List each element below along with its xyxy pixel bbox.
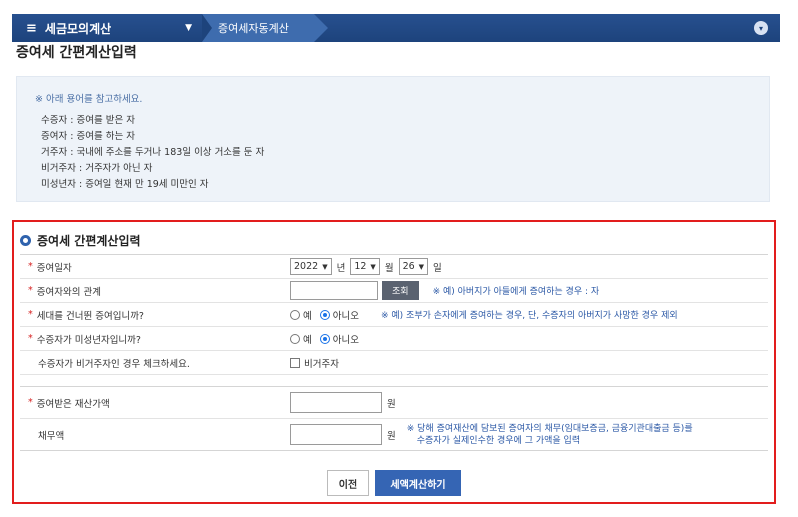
form-table: * 증여일자 2022 ▼ 년 12 ▼ 월 26 ▼ 일 * 증여자와의 관계…	[20, 254, 768, 451]
chevron-down-icon: ▼	[418, 262, 425, 271]
label-cell: * 증여자와의 관계	[20, 284, 286, 298]
debt-unit: 원	[387, 430, 396, 442]
property-value-unit: 원	[387, 398, 396, 410]
glossary-line: 증여자 : 증여를 하는 자	[41, 131, 135, 142]
required-mark: *	[28, 261, 33, 272]
label-cell: 채무액	[20, 428, 286, 442]
month-value: 12	[354, 261, 367, 272]
label-cell: * 증여받은 재산가액	[20, 396, 286, 410]
property-value-input[interactable]	[290, 392, 382, 413]
lookup-button[interactable]: 조회	[382, 281, 419, 300]
month-select[interactable]: 12 ▼	[350, 258, 380, 275]
year-value: 2022	[294, 261, 319, 272]
skip-generation-hint: ※ 예) 조부가 손자에게 증여하는 경우, 단, 수증자의 아버지가 사망한 …	[380, 311, 678, 321]
minor-no-option[interactable]: 아니오	[319, 332, 359, 346]
day-unit: 일	[433, 262, 442, 274]
value-cell: 2022 ▼ 년 12 ▼ 월 26 ▼ 일	[286, 258, 768, 275]
value-cell: 예 아니오 ※ 예) 조부가 손자에게 증여하는 경우, 단, 수증자의 아버지…	[286, 308, 768, 322]
label-cell: 수증자가 비거주자인 경우 체크하세요.	[20, 356, 286, 370]
calculate-tax-button[interactable]: 세액계산하기	[375, 470, 461, 496]
radio-no-selected[interactable]	[319, 309, 330, 320]
minor-yes-option[interactable]: 예	[290, 332, 312, 346]
value-cell: 예 아니오	[286, 332, 768, 346]
row-debt: 채무액 원 ※ 당해 증여재산에 담보된 증여자의 채무(임대보증금, 금융기관…	[20, 419, 768, 451]
debt-hint: ※ 당해 증여재산에 담보된 증여자의 채무(임대보증금, 금융기관대출금 등)…	[407, 423, 693, 447]
menu-label: 세금모의계산	[44, 21, 112, 36]
radio-yes-label: 예	[303, 310, 312, 322]
debt-input[interactable]	[290, 424, 382, 445]
row-skip-generation: * 세대를 건너뛴 증여입니까? 예 아니오 ※ 예) 조부가 손자에게 증여하…	[20, 303, 768, 327]
radio-yes-label: 예	[303, 334, 312, 346]
relation-label: 증여자와의 관계	[36, 286, 101, 298]
chevron-down-icon: ▼	[322, 262, 328, 271]
nonresident-label: 수증자가 비거주자인 경우 체크하세요.	[38, 358, 190, 370]
nonresident-checkbox-option[interactable]: 비거주자	[290, 356, 339, 370]
day-select[interactable]: 26 ▼	[398, 258, 429, 275]
section-header: 증여세 간편계산입력	[20, 232, 141, 249]
bullet-icon	[20, 235, 31, 246]
required-mark: *	[28, 333, 33, 344]
button-bar: 이전 세액계산하기	[14, 470, 774, 496]
debt-label: 채무액	[38, 430, 65, 442]
required-mark: *	[28, 397, 33, 408]
label-cell: * 수증자가 미성년자입니까?	[20, 332, 286, 346]
row-relation: * 증여자와의 관계 조회 ※ 예) 아버지가 아들에게 증여하는 경우 : 자	[20, 279, 768, 303]
caret-down-icon: ▼	[185, 23, 192, 33]
gift-tax-input-panel: 증여세 간편계산입력 * 증여일자 2022▼ 년 12▼ 월 26▼ 일	[12, 220, 776, 504]
required-mark: *	[28, 309, 33, 320]
glossary-line: 미성년자 : 증여일 현재 만 19세 미만인 자	[41, 179, 209, 190]
value-cell: 원	[286, 392, 768, 413]
skip-generation-yes-option[interactable]: 예	[290, 308, 312, 322]
hamburger-icon: ≡	[26, 20, 37, 36]
label-cell: * 증여일자	[20, 260, 286, 274]
year-unit: 년	[336, 262, 346, 274]
month-unit: 월	[384, 262, 394, 274]
radio-no-label: 아니오	[332, 334, 359, 346]
value-cell: 원 ※ 당해 증여재산에 담보된 증여자의 채무(임대보증금, 금융기관대출금 …	[286, 423, 768, 447]
tax-simulation-menu-button[interactable]: ≡ 세금모의계산 ▼	[12, 14, 202, 42]
nonresident-checkbox[interactable]	[290, 357, 300, 368]
glossary-line: 수증자 : 증여를 받은 자	[41, 115, 135, 126]
radio-yes[interactable]	[290, 333, 300, 344]
glossary-box: ※ 아래 용어를 참고하세요. 수증자 : 증여를 받은 자 증여자 : 증여를…	[16, 76, 770, 202]
value-cell: 조회 ※ 예) 아버지가 아들에게 증여하는 경우 : 자	[286, 281, 768, 300]
breadcrumb-label: 증여세자동계산	[218, 22, 289, 35]
skip-generation-label: 세대를 건너뛴 증여입니까?	[36, 310, 144, 322]
day-value: 26	[402, 261, 415, 272]
property-value-label: 증여받은 재산가액	[36, 398, 110, 410]
minor-label: 수증자가 미성년자입니까?	[36, 334, 141, 346]
row-minor: * 수증자가 미성년자입니까? 예 아니오	[20, 327, 768, 351]
chevron-down-icon: ▼	[370, 262, 376, 271]
label-cell: * 세대를 건너뛴 증여입니까?	[20, 308, 286, 322]
row-spacer	[20, 375, 768, 387]
relation-hint: ※ 예) 아버지가 아들에게 증여하는 경우 : 자	[432, 287, 600, 297]
debt-hint-line2: 수증자가 실제인수한 경우에 그 가액을 입력	[416, 435, 581, 446]
row-nonresident: 수증자가 비거주자인 경우 체크하세요. 비거주자	[20, 351, 768, 375]
relation-input[interactable]	[290, 281, 378, 300]
glossary-note: ※ 아래 용어를 참고하세요.	[35, 94, 143, 105]
top-navigation-bar: ≡ 세금모의계산 ▼ 증여세자동계산 ▾	[12, 14, 780, 42]
row-property-value: * 증여받은 재산가액 원	[20, 387, 768, 419]
radio-no-selected[interactable]	[319, 333, 330, 344]
value-cell: 비거주자	[286, 356, 768, 370]
glossary-line: 비거주자 : 거주자가 아닌 자	[41, 163, 153, 174]
radio-no-label: 아니오	[332, 310, 359, 322]
year-select[interactable]: 2022 ▼	[290, 258, 332, 275]
debt-hint-line1: ※ 당해 증여재산에 담보된 증여자의 채무(임대보증금, 금융기관대출금 등)…	[406, 423, 693, 434]
nonresident-checkbox-label: 비거주자	[304, 358, 339, 370]
prev-button[interactable]: 이전	[327, 470, 369, 496]
page-title: 증여세 간편계산입력	[16, 45, 137, 61]
required-mark: *	[28, 285, 33, 296]
gift-date-label: 증여일자	[36, 262, 72, 274]
chevron-down-icon[interactable]: ▾	[754, 21, 768, 35]
skip-generation-no-option[interactable]: 아니오	[319, 308, 359, 322]
glossary-line: 거주자 : 국내에 주소를 두거나 183일 이상 거소를 둔 자	[41, 147, 265, 158]
row-gift-date: * 증여일자 2022 ▼ 년 12 ▼ 월 26 ▼ 일	[20, 255, 768, 279]
radio-yes[interactable]	[290, 309, 300, 320]
breadcrumb-gift-tax-auto[interactable]: 증여세자동계산	[202, 14, 328, 42]
section-title: 증여세 간편계산입력	[37, 234, 141, 248]
